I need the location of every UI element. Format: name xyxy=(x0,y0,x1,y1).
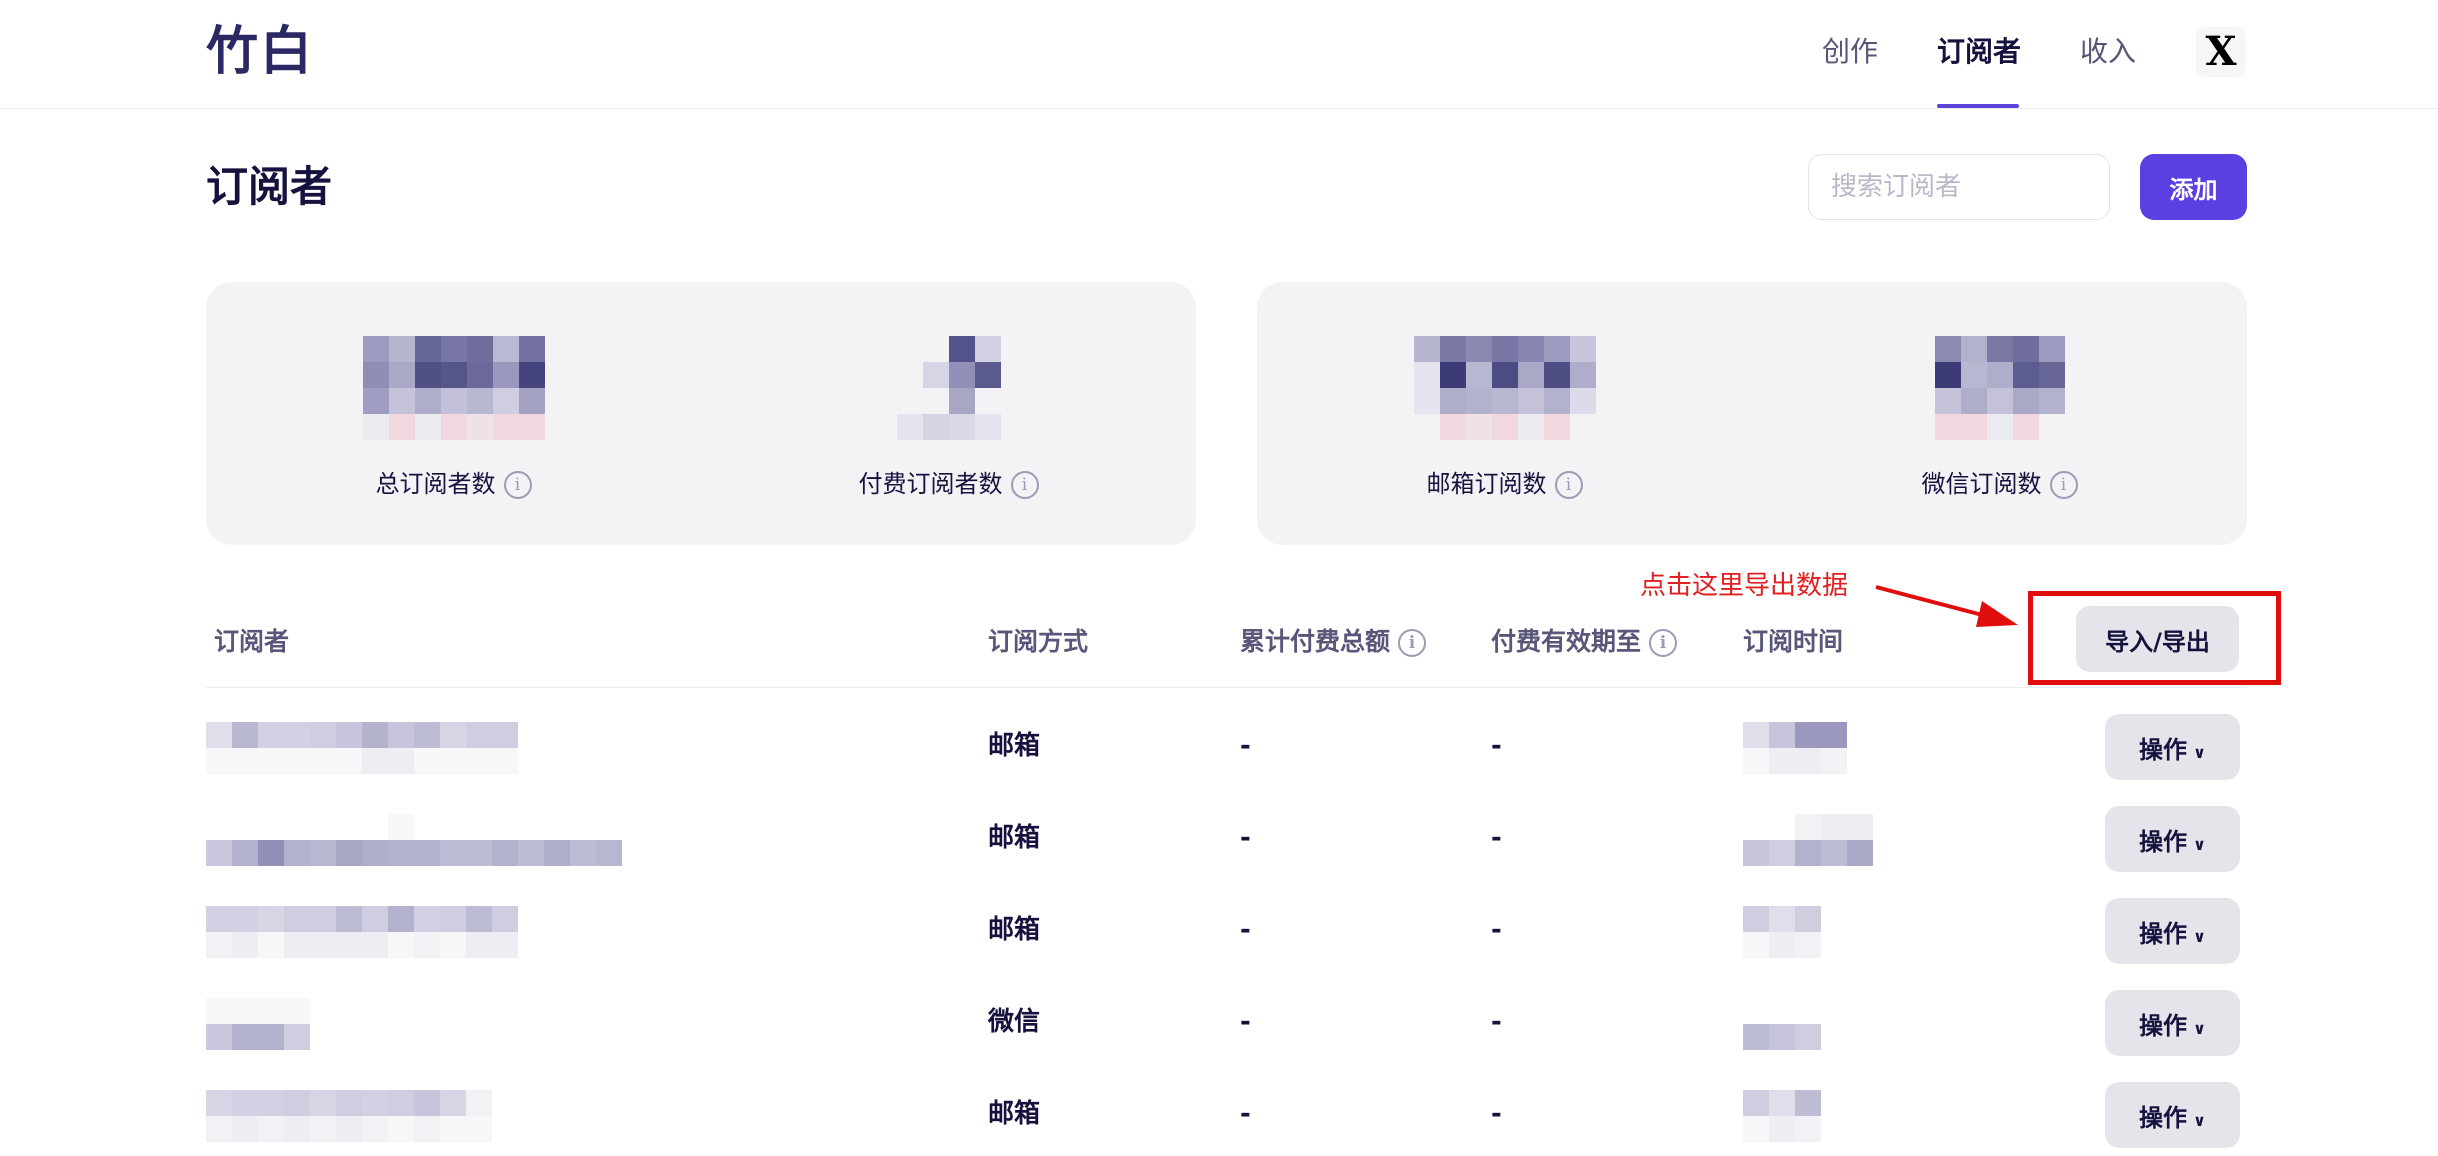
blurred-subscribe-time xyxy=(1743,998,1821,1050)
column-header-subscribe-time[interactable]: 订阅时间 xyxy=(1743,624,1843,660)
nav-item-income[interactable]: 收入 xyxy=(2080,32,2136,72)
subscribe-method: 微信 xyxy=(988,1007,1041,1037)
table-row[interactable]: 邮箱 - - 操作 ∨ xyxy=(206,708,2247,788)
info-icon[interactable]: i xyxy=(1554,471,1583,499)
chevron-down-icon: ∨ xyxy=(2193,1018,2206,1038)
stat-paid-subscribers: 付费订阅者数 i xyxy=(701,282,1196,545)
app-logo[interactable]: 竹白 xyxy=(206,20,314,84)
info-icon[interactable]: i xyxy=(1649,629,1678,657)
stats-card-subscribers: 总订阅者数 i 付费订阅者数 i xyxy=(206,282,1196,545)
x-account-button[interactable]: X xyxy=(2196,27,2246,77)
search-input[interactable] xyxy=(1808,154,2110,220)
paid-expiry: - xyxy=(1491,731,1502,761)
row-action-button[interactable]: 操作 ∨ xyxy=(2105,898,2240,964)
top-bar: 竹白 创作 订阅者 收入 X xyxy=(0,0,2438,109)
stat-label-total-subscribers: 总订阅者数 i xyxy=(206,466,701,502)
chevron-down-icon: ∨ xyxy=(2193,1110,2206,1130)
info-icon[interactable]: i xyxy=(503,471,532,499)
column-header-method[interactable]: 订阅方式 xyxy=(988,624,1088,660)
nav-item-subscribers[interactable]: 订阅者 xyxy=(1937,32,2021,72)
stat-email-subscribers: 邮箱订阅数 i xyxy=(1257,282,1752,545)
page-title: 订阅者 xyxy=(206,162,333,211)
nav-item-create[interactable]: 创作 xyxy=(1822,32,1878,72)
stat-total-subscribers: 总订阅者数 i xyxy=(206,282,701,545)
table-row[interactable]: 邮箱 - - 操作 ∨ xyxy=(206,800,2247,880)
subscribe-method: 邮箱 xyxy=(988,915,1041,945)
column-header-subscriber[interactable]: 订阅者 xyxy=(214,624,289,660)
blurred-value xyxy=(1934,336,2065,440)
blurred-subscriber xyxy=(206,1090,492,1142)
blurred-subscribe-time xyxy=(1743,722,1847,774)
column-header-total-paid[interactable]: 累计付费总额 i xyxy=(1240,624,1427,660)
stat-label-paid-subscribers: 付费订阅者数 i xyxy=(701,466,1196,502)
chevron-down-icon: ∨ xyxy=(2193,926,2206,946)
add-subscriber-button[interactable]: 添加 xyxy=(2140,154,2247,220)
total-paid: - xyxy=(1240,1007,1251,1037)
paid-expiry: - xyxy=(1491,823,1502,853)
table-row[interactable]: 邮箱 - - 操作 ∨ xyxy=(206,892,2247,972)
info-icon[interactable]: i xyxy=(1010,471,1039,499)
total-paid: - xyxy=(1240,731,1251,761)
highlight-box xyxy=(2028,591,2281,685)
paid-expiry: - xyxy=(1491,1099,1502,1129)
total-paid: - xyxy=(1240,823,1251,853)
chevron-down-icon: ∨ xyxy=(2193,742,2206,762)
blurred-subscriber xyxy=(206,998,310,1050)
table-header: 订阅者 订阅方式 累计付费总额 i 付费有效期至 i 订阅时间 xyxy=(206,608,2247,688)
row-action-button[interactable]: 操作 ∨ xyxy=(2105,1082,2240,1148)
blurred-subscriber xyxy=(206,814,622,866)
blurred-subscribe-time xyxy=(1743,906,1821,958)
subscribe-method: 邮箱 xyxy=(988,823,1041,853)
row-action-button[interactable]: 操作 ∨ xyxy=(2105,806,2240,872)
row-action-button[interactable]: 操作 ∨ xyxy=(2105,990,2240,1056)
total-paid: - xyxy=(1240,1099,1251,1129)
export-hint-annotation: 点击这里导出数据 xyxy=(1640,571,1849,601)
row-action-button[interactable]: 操作 ∨ xyxy=(2105,714,2240,780)
info-icon[interactable]: i xyxy=(2049,471,2078,499)
blurred-subscriber xyxy=(206,906,518,958)
stat-label-wechat-subscribers: 微信订阅数 i xyxy=(1752,466,2247,502)
column-header-paid-expiry[interactable]: 付费有效期至 i xyxy=(1491,624,1678,660)
stat-wechat-subscribers: 微信订阅数 i xyxy=(1752,282,2247,545)
total-paid: - xyxy=(1240,915,1251,945)
chevron-down-icon: ∨ xyxy=(2193,834,2206,854)
stats-card-channels: 邮箱订阅数 i 微信订阅数 i xyxy=(1257,282,2247,545)
subscribe-method: 邮箱 xyxy=(988,731,1041,761)
blurred-value xyxy=(362,336,545,440)
info-icon[interactable]: i xyxy=(1398,629,1427,657)
paid-expiry: - xyxy=(1491,1007,1502,1037)
blurred-subscriber xyxy=(206,722,518,774)
active-tab-indicator xyxy=(1937,104,2019,108)
table-row[interactable]: 微信 - - 操作 ∨ xyxy=(206,984,2247,1064)
subscribe-method: 邮箱 xyxy=(988,1099,1041,1129)
table-row[interactable]: 邮箱 - - 操作 ∨ xyxy=(206,1076,2247,1156)
stat-label-email-subscribers: 邮箱订阅数 i xyxy=(1257,466,1752,502)
blurred-value xyxy=(1413,336,1596,440)
blurred-subscribe-time xyxy=(1743,1090,1821,1142)
paid-expiry: - xyxy=(1491,915,1502,945)
blurred-subscribe-time xyxy=(1743,814,1873,866)
blurred-value xyxy=(896,336,1001,440)
